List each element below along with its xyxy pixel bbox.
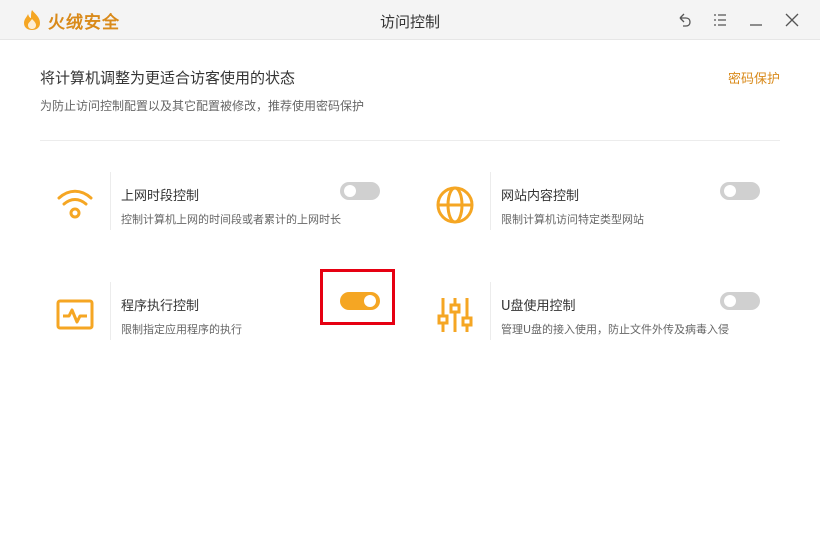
undo-icon[interactable] (674, 10, 694, 30)
item-title: U盘使用控制 (501, 299, 576, 314)
wifi-icon (54, 184, 96, 226)
item-title: 网站内容控制 (501, 189, 580, 204)
toggle-knob (724, 295, 736, 307)
website-content-toggle[interactable] (720, 182, 760, 200)
globe-icon (434, 184, 476, 226)
internet-time-toggle[interactable] (340, 182, 380, 200)
usb-drive-toggle[interactable] (720, 292, 760, 310)
sliders-icon (434, 294, 476, 336)
toggle-knob (344, 185, 356, 197)
menu-icon[interactable] (710, 10, 730, 30)
item-description: 管理U盘的接入使用，防止文件外传及病毒入侵 (501, 323, 730, 336)
toggle-knob (724, 185, 736, 197)
item-description: 限制指定应用程序的执行 (121, 323, 242, 336)
page-title: 将计算机调整为更适合访客使用的状态 (40, 69, 296, 87)
item-separator (110, 282, 111, 340)
close-icon[interactable] (782, 10, 802, 30)
minimize-icon[interactable] (746, 10, 766, 30)
item-title: 上网时段控制 (121, 189, 200, 204)
item-title: 程序执行控制 (121, 299, 200, 314)
password-protect-link[interactable]: 密码保护 (728, 68, 780, 87)
item-separator (110, 172, 111, 230)
control-item-website-content: 网站内容控制 限制计算机访问特定类型网站 (420, 170, 760, 240)
window-title: 访问控制 (379, 13, 440, 31)
highlight-box (320, 269, 395, 325)
divider (40, 140, 780, 141)
item-separator (490, 282, 491, 340)
item-description: 控制计算机上网的时间段或者累计的上网时长 (121, 213, 341, 226)
item-description: 限制计算机访问特定类型网站 (501, 213, 644, 226)
item-separator (490, 172, 491, 230)
control-item-internet-time: 上网时段控制 控制计算机上网的时间段或者累计的上网时长 (40, 170, 380, 240)
monitor-pulse-icon (54, 294, 96, 336)
page-subtitle: 为防止访问控制配置以及其它配置被修改，推荐使用密码保护 (40, 99, 365, 113)
title-bar: 火绒安全 访问控制 (0, 0, 820, 40)
control-item-usb-drive: U盘使用控制 管理U盘的接入使用，防止文件外传及病毒入侵 (420, 280, 760, 350)
